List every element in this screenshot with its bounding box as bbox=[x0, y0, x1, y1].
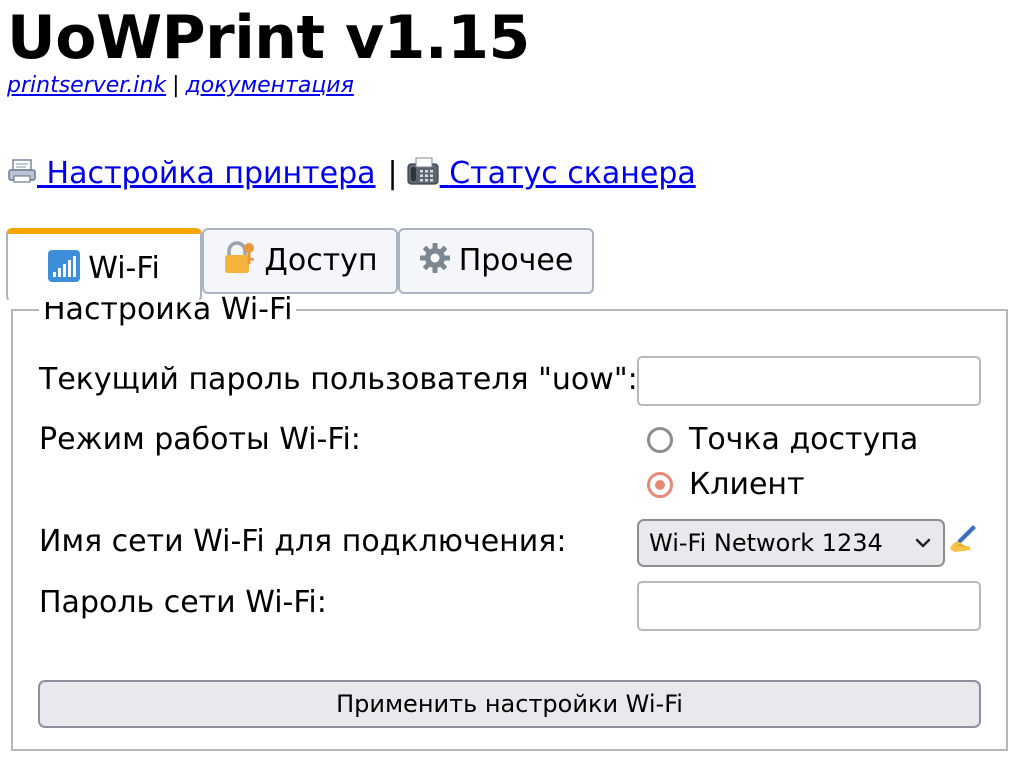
tab-access[interactable]: Доступ bbox=[202, 228, 398, 294]
printer-settings-link[interactable]: Настройка принтера bbox=[7, 156, 376, 191]
tab-wifi-label: Wi-Fi bbox=[88, 251, 160, 286]
wifi-mode-label: Режим работы Wi-Fi: bbox=[39, 422, 361, 457]
site-link[interactable]: printserver.ink bbox=[7, 73, 166, 98]
tab-other[interactable]: Прочее bbox=[398, 228, 594, 294]
network-select[interactable]: Wi-Fi Network 1234 bbox=[637, 519, 945, 567]
docs-link[interactable]: документация bbox=[186, 73, 354, 98]
current-password-label: Текущий пароль пользователя "uow": bbox=[39, 362, 638, 397]
network-name-label: Имя сети Wi-Fi для подключения: bbox=[39, 524, 567, 559]
header-links: printserver.ink | документация bbox=[7, 73, 354, 99]
nav-separator: | bbox=[387, 156, 398, 191]
client-label: Клиент bbox=[689, 467, 805, 502]
scanner-status-label: Статус сканера bbox=[449, 156, 696, 191]
printer-settings-label: Настройка принтера bbox=[46, 156, 376, 191]
apply-wifi-button[interactable]: Применить настройки Wi-Fi bbox=[38, 680, 981, 728]
lock-with-key-icon bbox=[222, 241, 256, 281]
mode-option-access-point[interactable]: Точка доступа bbox=[647, 422, 918, 458]
scanner-status-link[interactable]: Статус сканера bbox=[406, 156, 696, 191]
network-password-label: Пароль сети Wi-Fi: bbox=[39, 585, 327, 620]
link-separator: | bbox=[172, 73, 180, 98]
writing-hand-icon bbox=[947, 522, 979, 563]
network-password-input[interactable] bbox=[637, 581, 981, 631]
tab-other-label: Прочее bbox=[458, 243, 574, 278]
access-point-label: Точка доступа bbox=[689, 422, 919, 457]
access-point-radio[interactable] bbox=[647, 427, 673, 453]
mode-option-client[interactable]: Клиент bbox=[647, 467, 805, 503]
main-nav: Настройка принтера | Статус сканера bbox=[7, 155, 696, 196]
fax-icon bbox=[406, 156, 440, 196]
current-password-input[interactable] bbox=[637, 356, 981, 406]
client-radio[interactable] bbox=[647, 472, 673, 498]
chevron-down-icon bbox=[913, 533, 933, 553]
tab-access-label: Доступ bbox=[264, 243, 378, 278]
signal-bars-icon bbox=[48, 250, 81, 288]
gear-icon bbox=[419, 242, 451, 280]
printer-icon bbox=[7, 158, 37, 196]
tab-wifi[interactable]: Wi-Fi bbox=[6, 228, 202, 302]
network-selected-value: Wi-Fi Network 1234 bbox=[649, 529, 883, 557]
app-title: UoWPrint v1.15 bbox=[7, 3, 530, 73]
edit-network-link[interactable] bbox=[947, 522, 979, 560]
